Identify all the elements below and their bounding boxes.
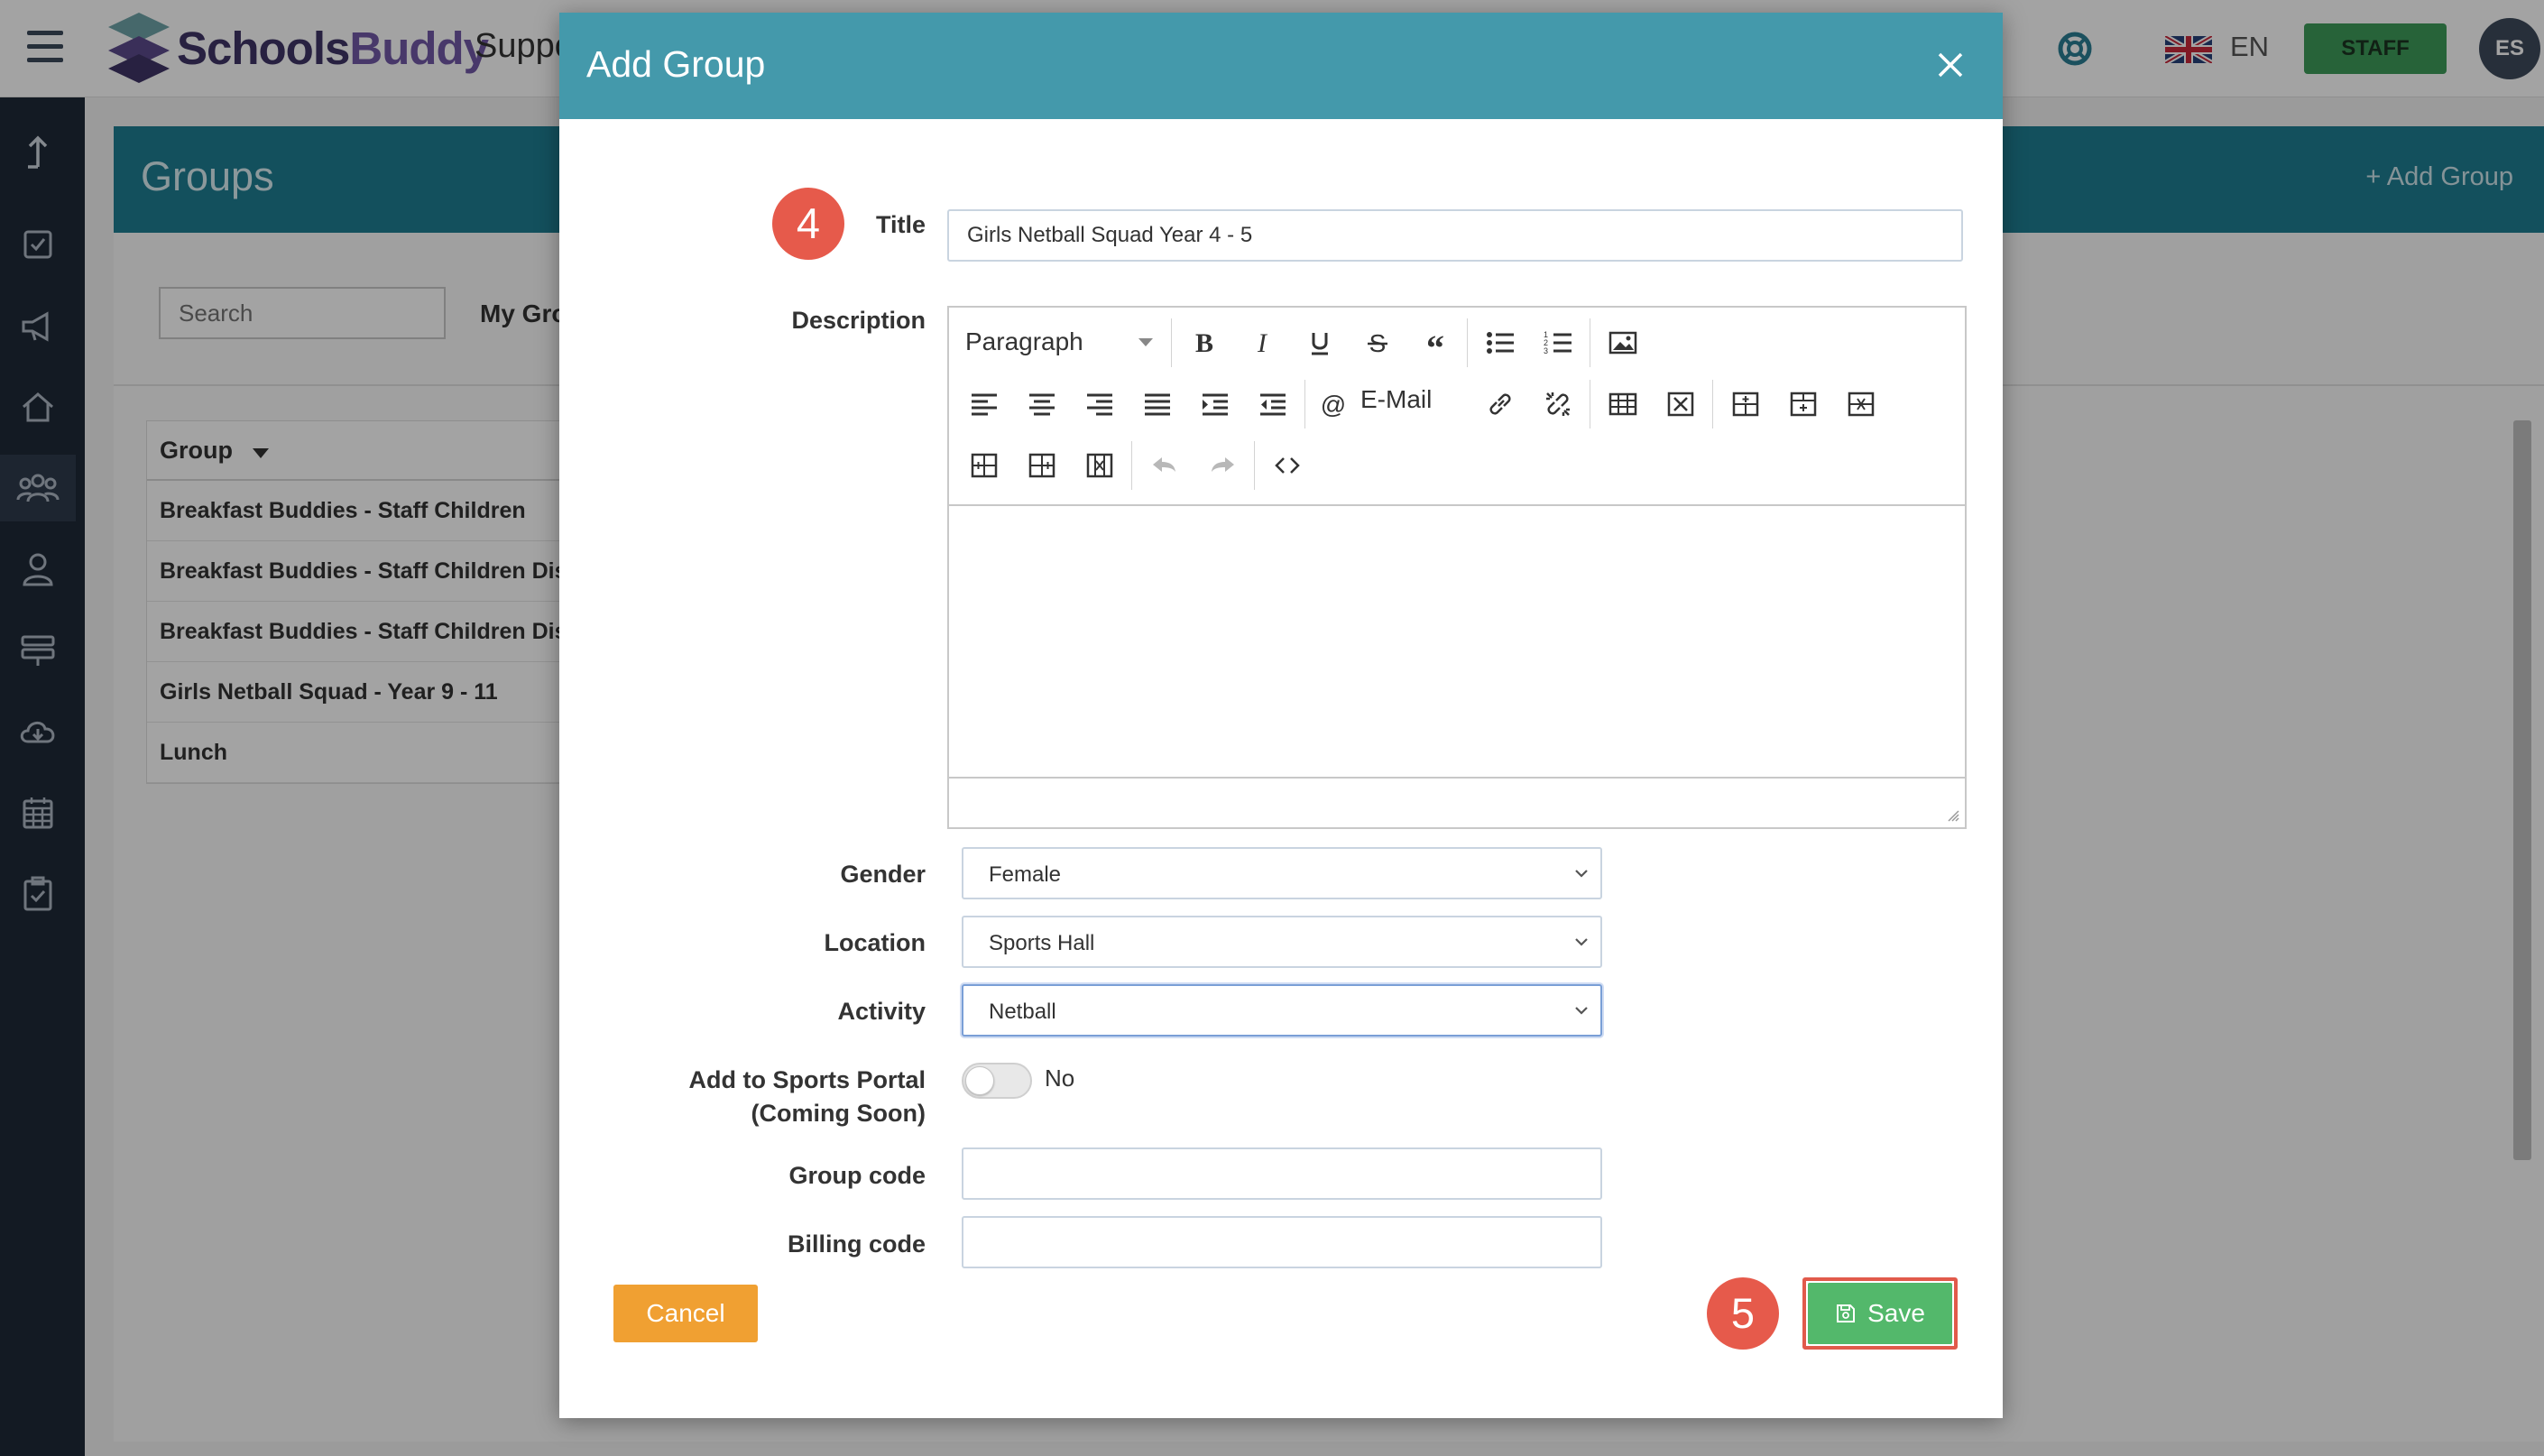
redo-icon[interactable]	[1198, 441, 1247, 490]
chevron-down-icon	[1575, 938, 1588, 946]
cancel-button[interactable]: Cancel	[613, 1285, 758, 1342]
gender-label: Gender	[840, 861, 926, 888]
insert-row-above-icon[interactable]	[1721, 380, 1770, 429]
indent-icon[interactable]	[1191, 380, 1240, 429]
insert-image-icon[interactable]	[1599, 318, 1647, 367]
align-right-icon[interactable]	[1075, 380, 1124, 429]
toolbar-separator	[1304, 380, 1305, 429]
modal-header: Add Group	[559, 13, 2003, 119]
underline-icon[interactable]	[1295, 318, 1344, 367]
save-button[interactable]: Save	[1808, 1283, 1952, 1344]
modal-title: Add Group	[586, 43, 766, 85]
description-text-area[interactable]	[949, 506, 1965, 777]
delete-column-icon[interactable]	[1075, 441, 1124, 490]
editor-toolbar: Paragraph B I S “ 123 @ E-Mail	[949, 308, 1965, 506]
chevron-down-icon	[1575, 1007, 1588, 1015]
svg-text:I: I	[1257, 329, 1268, 356]
add-group-modal: Add Group 4 Title Description Paragraph …	[559, 13, 2003, 1418]
email-icon[interactable]: @	[1313, 380, 1353, 429]
billing-code-input[interactable]	[962, 1216, 1602, 1268]
toolbar-separator	[1467, 318, 1468, 367]
chevron-down-icon	[1575, 870, 1588, 878]
bulleted-list-icon[interactable]	[1476, 318, 1525, 367]
strikethrough-icon[interactable]: S	[1353, 318, 1402, 367]
activity-select-value: Netball	[989, 1000, 1056, 1024]
sports-portal-label: Add to Sports Portal	[688, 1066, 926, 1093]
undo-icon[interactable]	[1140, 441, 1189, 490]
align-justify-icon[interactable]	[1133, 380, 1182, 429]
title-input[interactable]	[947, 209, 1963, 262]
align-center-icon[interactable]	[1018, 380, 1066, 429]
table-icon[interactable]	[1599, 380, 1647, 429]
format-chevron-down-icon	[1138, 338, 1153, 346]
email-button-label[interactable]: E-Mail	[1360, 385, 1432, 414]
toolbar-separator	[1712, 380, 1713, 429]
activity-label: Activity	[837, 998, 926, 1025]
insert-row-below-icon[interactable]	[1779, 380, 1828, 429]
outdent-icon[interactable]	[1249, 380, 1297, 429]
title-label: Title	[875, 211, 926, 238]
unlink-icon[interactable]	[1534, 380, 1582, 429]
toolbar-separator	[1254, 441, 1255, 490]
editor-status-bar	[949, 777, 1965, 827]
format-select-label: Paragraph	[965, 327, 1083, 355]
save-disk-icon	[1837, 1304, 1856, 1322]
gender-select-value: Female	[989, 862, 1062, 887]
toggle-knob	[965, 1066, 994, 1095]
description-label: Description	[791, 307, 926, 334]
link-icon[interactable]	[1476, 380, 1525, 429]
gender-select[interactable]: Female	[962, 847, 1602, 899]
italic-icon[interactable]: I	[1238, 318, 1286, 367]
description-editor: Paragraph B I S “ 123 @ E-Mail	[947, 306, 1967, 829]
save-button-label: Save	[1867, 1299, 1925, 1327]
source-code-icon[interactable]	[1263, 441, 1312, 490]
sports-portal-label-note: (Coming Soon)	[751, 1100, 926, 1127]
svg-text:3: 3	[1544, 346, 1548, 355]
blockquote-icon[interactable]: “	[1411, 318, 1460, 367]
bold-icon[interactable]: B	[1180, 318, 1229, 367]
svg-text:“: “	[1426, 329, 1444, 356]
location-label: Location	[824, 929, 926, 956]
sports-portal-toggle[interactable]	[962, 1063, 1032, 1099]
step-badge-4: 4	[772, 188, 844, 260]
location-select-value: Sports Hall	[989, 931, 1095, 955]
sports-portal-toggle-label: No	[1045, 1064, 1075, 1092]
step-badge-5: 5	[1707, 1277, 1779, 1350]
delete-row-icon[interactable]	[1837, 380, 1885, 429]
delete-table-icon[interactable]	[1656, 380, 1705, 429]
group-code-label: Group code	[788, 1162, 926, 1189]
toolbar-separator	[1131, 441, 1132, 490]
align-left-icon[interactable]	[960, 380, 1009, 429]
svg-text:@: @	[1321, 391, 1346, 418]
insert-column-right-icon[interactable]	[1018, 441, 1066, 490]
close-icon[interactable]	[1925, 40, 1976, 90]
billing-code-label: Billing code	[787, 1230, 926, 1258]
activity-select[interactable]: Netball	[962, 984, 1602, 1037]
location-select[interactable]: Sports Hall	[962, 916, 1602, 968]
resize-handle-icon[interactable]	[1947, 809, 1959, 822]
numbered-list-icon[interactable]: 123	[1534, 318, 1582, 367]
insert-column-left-icon[interactable]	[960, 441, 1009, 490]
group-code-input[interactable]	[962, 1147, 1602, 1200]
toolbar-separator	[1171, 318, 1172, 367]
svg-text:B: B	[1195, 329, 1213, 356]
